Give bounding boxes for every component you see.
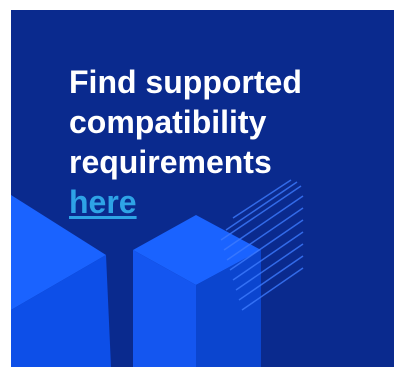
headline: Find supported compatibility requirement… <box>69 62 387 222</box>
promo-banner[interactable]: Find supported compatibility requirement… <box>11 10 394 367</box>
headline-line-2: compatibility <box>69 104 267 140</box>
here-link[interactable]: here <box>69 182 137 222</box>
headline-line-3: requirements <box>69 144 272 180</box>
headline-line-1: Find supported <box>69 64 302 100</box>
